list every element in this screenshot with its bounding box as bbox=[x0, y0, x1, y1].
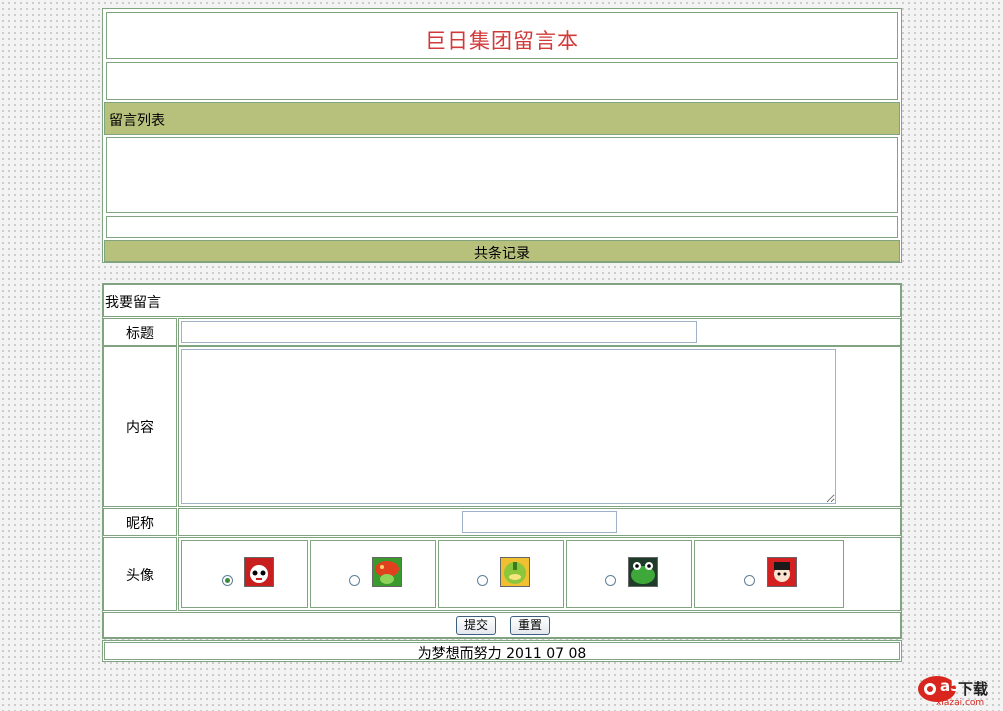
yellow-ball-avatar-icon[interactable] bbox=[500, 557, 530, 587]
form-heading-row: 我要留言 bbox=[103, 284, 901, 317]
title-input-cell bbox=[178, 318, 901, 346]
title-input[interactable] bbox=[181, 321, 697, 343]
nickname-input-cell bbox=[178, 508, 901, 536]
green-mushroom-avatar-icon[interactable] bbox=[372, 557, 402, 587]
form-heading: 我要留言 bbox=[105, 295, 161, 311]
red-girl-avatar-icon[interactable] bbox=[767, 557, 797, 587]
blank-row bbox=[106, 62, 898, 100]
avatar-option bbox=[566, 540, 692, 608]
nickname-input[interactable] bbox=[462, 511, 617, 533]
record-summary: 共条记录 bbox=[474, 246, 530, 262]
watermark-label: 下载 bbox=[958, 680, 989, 698]
footer-text: 为梦想而努力 2011 07 08 bbox=[417, 646, 587, 662]
page-title: 巨日集团留言本 bbox=[425, 29, 579, 53]
title-label: 标题 bbox=[126, 326, 154, 342]
list-heading: 留言列表 bbox=[109, 113, 165, 129]
red-face-avatar-icon[interactable] bbox=[244, 557, 274, 587]
list-heading-row: 留言列表 bbox=[104, 102, 900, 135]
avatar-radio[interactable] bbox=[349, 575, 360, 586]
message-form: 我要留言 标题 内容 昵称 头像 提交 重置 bbox=[102, 283, 902, 639]
content-input-cell bbox=[178, 346, 901, 507]
pagination-row bbox=[106, 216, 898, 238]
message-list-area bbox=[106, 137, 898, 213]
buttons-row: 提交 重置 bbox=[103, 612, 901, 638]
avatar-option bbox=[181, 540, 308, 608]
footer: 为梦想而努力 2011 07 08 bbox=[102, 640, 902, 662]
submit-button[interactable]: 提交 bbox=[456, 616, 496, 635]
avatar-option bbox=[694, 540, 844, 608]
nickname-label-cell: 昵称 bbox=[103, 508, 177, 536]
avatar-label-cell: 头像 bbox=[103, 537, 177, 611]
avatar-option bbox=[438, 540, 564, 608]
avatar-options-cell bbox=[178, 537, 901, 611]
message-list-panel: 巨日集团留言本 留言列表 共条记录 bbox=[102, 8, 902, 263]
title-label-cell: 标题 bbox=[103, 318, 177, 346]
watermark-site: xiazai.com bbox=[936, 698, 985, 708]
title-row: 巨日集团留言本 bbox=[106, 12, 898, 59]
avatar-radio[interactable] bbox=[222, 575, 233, 586]
record-summary-row: 共条记录 bbox=[104, 240, 900, 262]
footer-inner: 为梦想而努力 2011 07 08 bbox=[104, 642, 900, 662]
green-frog-avatar-icon[interactable] bbox=[628, 557, 658, 587]
avatar-radio[interactable] bbox=[477, 575, 488, 586]
content-textarea[interactable] bbox=[181, 349, 836, 504]
avatar-radio[interactable] bbox=[744, 575, 755, 586]
reset-button[interactable]: 重置 bbox=[510, 616, 550, 635]
xiazai-watermark-logo: a5 下载 xiazai.com bbox=[916, 674, 996, 708]
content-label-cell: 内容 bbox=[103, 346, 177, 507]
avatar-radio[interactable] bbox=[605, 575, 616, 586]
avatar-label: 头像 bbox=[126, 568, 154, 584]
nickname-label: 昵称 bbox=[126, 516, 154, 532]
content-label: 内容 bbox=[126, 420, 154, 436]
avatar-option bbox=[310, 540, 436, 608]
